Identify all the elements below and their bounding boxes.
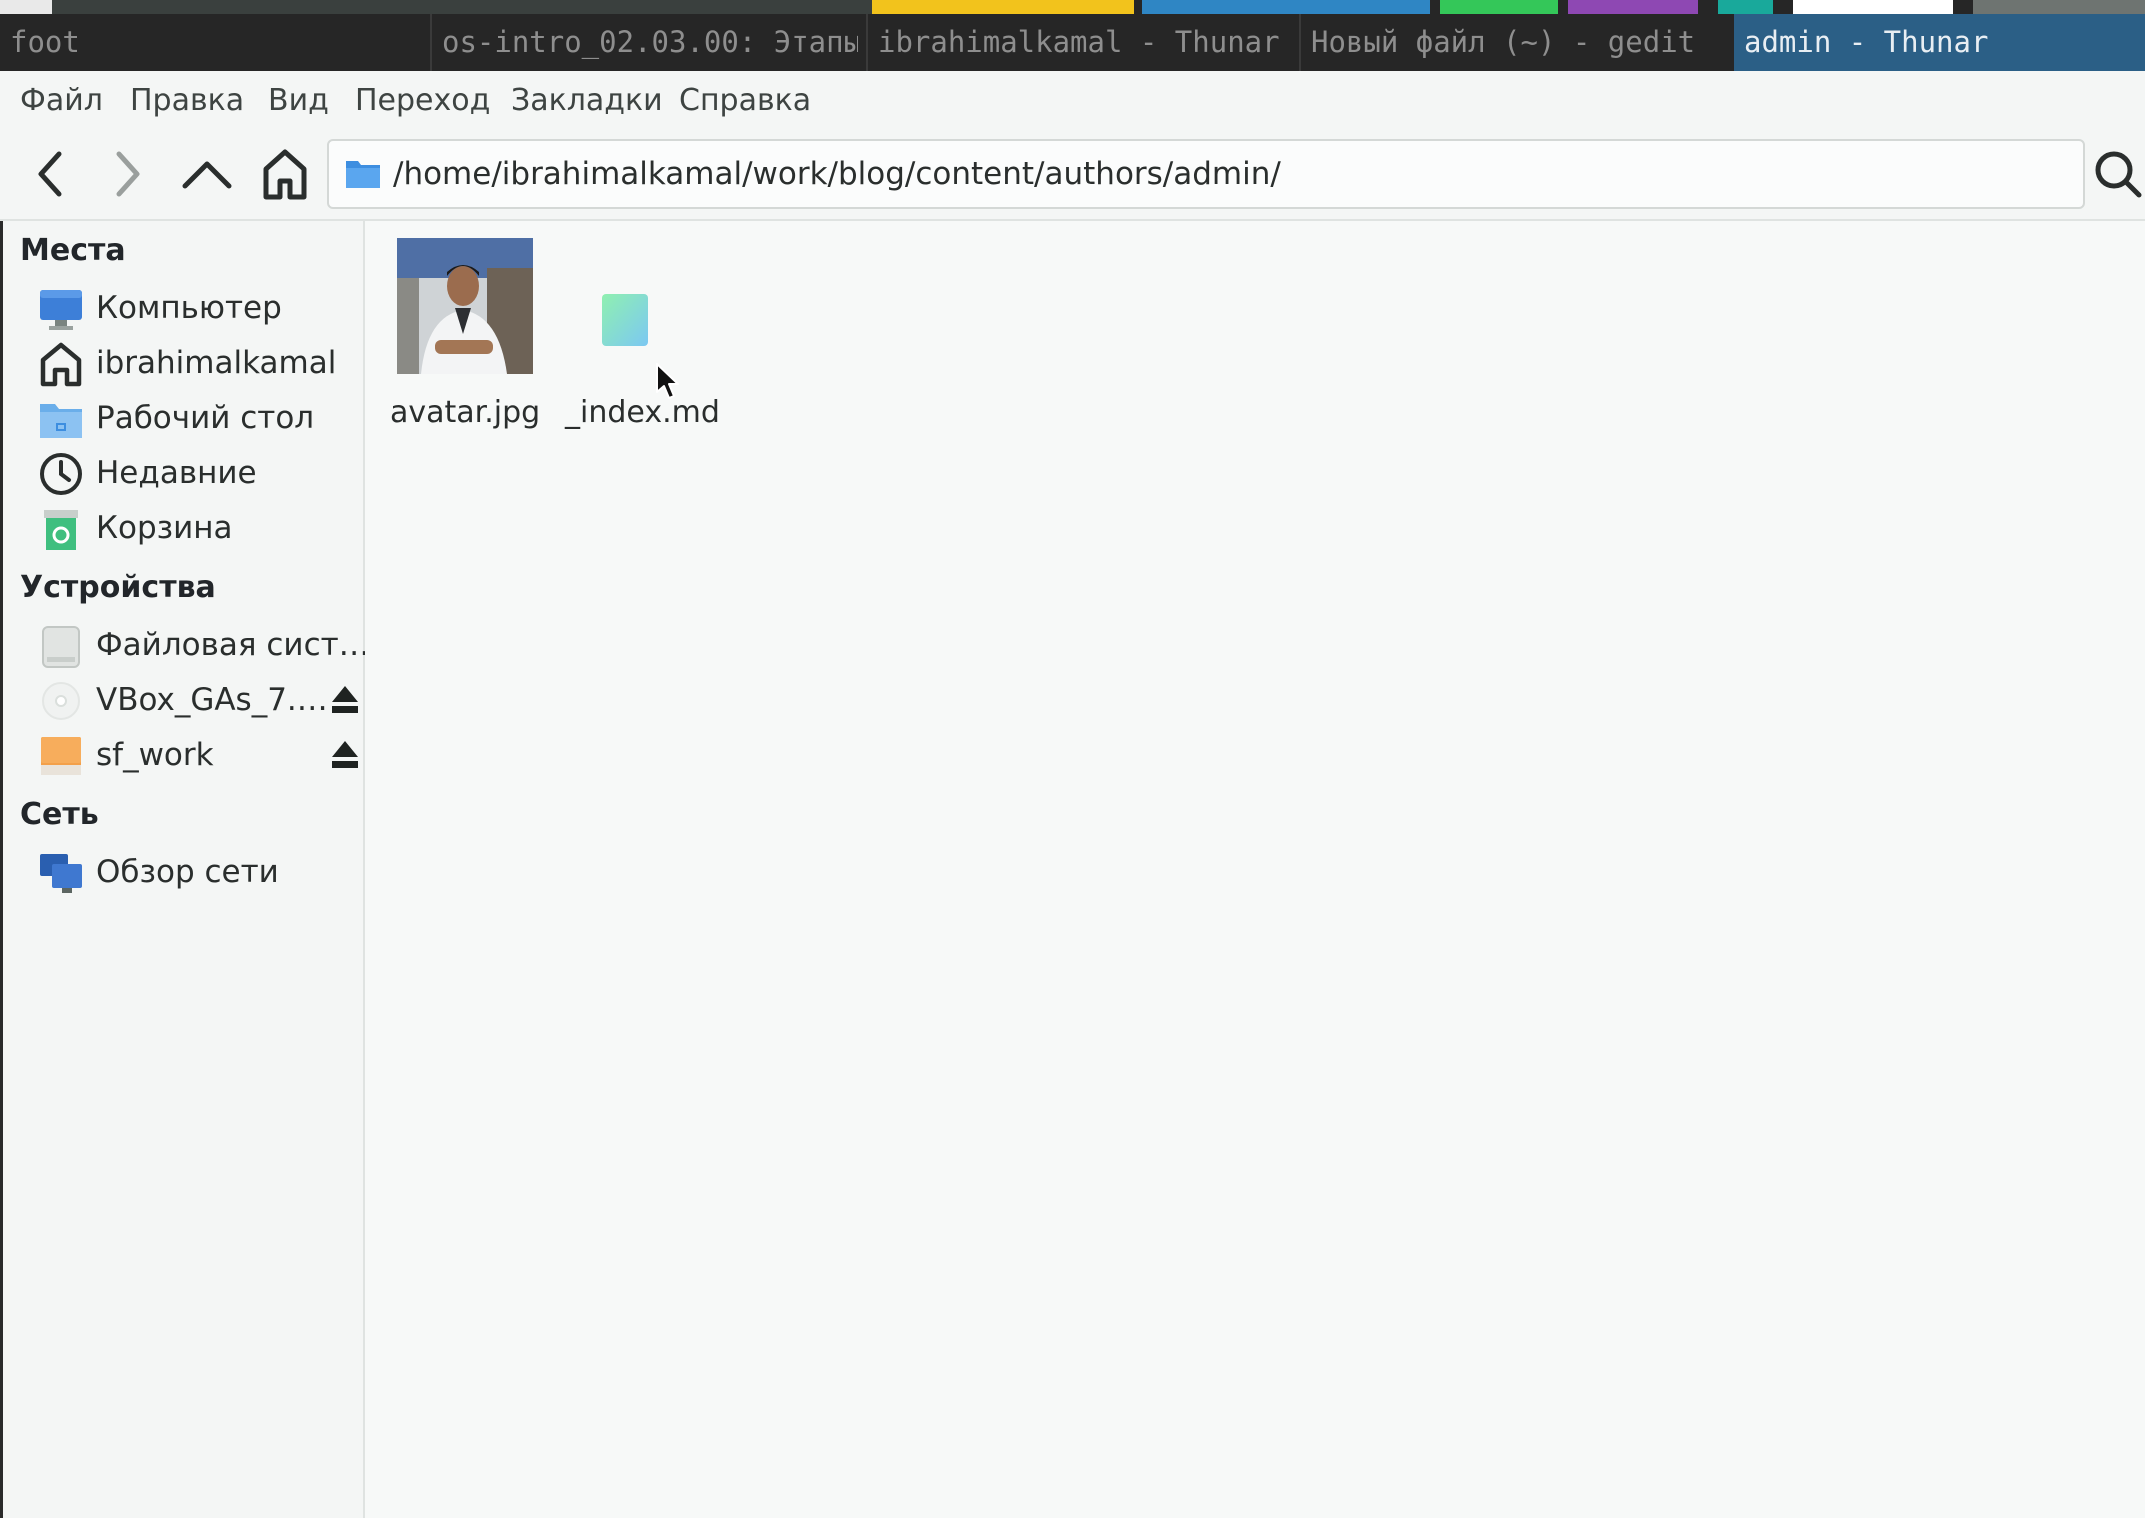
sidebar-item-label: VBox_GAs_7.…: [96, 682, 328, 718]
strip-segment: [1773, 0, 1793, 14]
section-title-devices: Устройства: [20, 570, 216, 605]
eject-icon[interactable]: [330, 739, 360, 771]
sidebar-item-label: Недавние: [96, 455, 257, 491]
shared-folder-icon: [41, 737, 81, 775]
location-bar[interactable]: /home/ibrahimalkamal/work/blog/content/a…: [327, 139, 2085, 209]
markdown-file-icon: [602, 294, 648, 346]
file-name: _index.md: [565, 395, 720, 430]
menu-go[interactable]: Переход: [355, 71, 490, 131]
strip-segment: [1142, 0, 1430, 14]
search-button[interactable]: [2089, 141, 2145, 207]
sidebar: Места Компьютер ibrahimalkamal Рабочий с…: [0, 221, 370, 1518]
desktop-folder-icon: [40, 404, 82, 438]
strip-segment: [872, 0, 1134, 14]
menu-edit[interactable]: Правка: [130, 71, 244, 131]
computer-icon: [40, 290, 82, 330]
eject-icon[interactable]: [330, 684, 360, 716]
workspace-strip: [0, 0, 2145, 14]
strip-segment: [1698, 0, 1718, 14]
section-title-places: Места: [20, 233, 126, 268]
file-item[interactable]: avatar.jpg: [390, 235, 540, 435]
task-thunar-home[interactable]: ibrahimalkamal - Thunar: [866, 14, 1294, 71]
back-button[interactable]: [18, 141, 84, 207]
sidebar-item-recent[interactable]: Недавние: [38, 447, 363, 499]
menu-bookmarks[interactable]: Закладки: [511, 71, 663, 131]
menu-help[interactable]: Справка: [679, 71, 811, 131]
chevron-right-icon: [116, 151, 140, 197]
menu-bar: Файл Правка Вид Переход Закладки Справка: [0, 71, 2145, 131]
forward-button[interactable]: [94, 141, 160, 207]
file-name: avatar.jpg: [390, 395, 541, 430]
home-button[interactable]: [252, 141, 318, 207]
strip-segment: [1973, 0, 2145, 14]
home-icon: [40, 342, 82, 387]
sidebar-item-label: sf_work: [96, 737, 214, 773]
file-item[interactable]: _index.md: [565, 235, 720, 435]
menu-file[interactable]: Файл: [20, 71, 103, 131]
toolbar: /home/ibrahimalkamal/work/blog/content/a…: [0, 131, 2145, 221]
clock-icon: [40, 453, 82, 495]
image-thumbnail-icon: [397, 238, 533, 374]
file-view[interactable]: avatar.jpg _index.md: [365, 221, 2145, 1518]
task-foot[interactable]: foot: [0, 14, 430, 71]
strip-segment: [1134, 0, 1142, 14]
trash-icon: [44, 510, 78, 550]
sidebar-item-computer[interactable]: Компьютер: [38, 282, 363, 334]
menu-view[interactable]: Вид: [268, 71, 329, 131]
strip-segment: [1430, 0, 1440, 14]
home-icon: [263, 149, 307, 200]
sidebar-item-label: Рабочий стол: [96, 400, 315, 436]
drive-icon: [42, 626, 80, 668]
folder-icon: [346, 161, 380, 188]
chevron-up-icon: [182, 161, 232, 189]
sidebar-item-label: Файловая сист…: [96, 627, 370, 663]
sidebar-item-network[interactable]: Обзор сети: [38, 846, 363, 898]
sidebar-item-desktop[interactable]: Рабочий стол: [38, 392, 363, 444]
sidebar-item-filesystem[interactable]: Файловая сист…: [38, 619, 370, 671]
strip-segment: [1793, 0, 1953, 14]
task-os-intro[interactable]: os-intro_02.03.00: Этапы: [430, 14, 858, 71]
search-icon: [2095, 151, 2142, 198]
strip-segment: [1718, 0, 1773, 14]
strip-segment: [52, 0, 872, 14]
task-thunar-admin[interactable]: admin - Thunar: [1734, 14, 2145, 71]
strip-segment: [1568, 0, 1698, 14]
chevron-left-icon: [38, 151, 62, 197]
mouse-cursor-icon: [656, 363, 679, 399]
strip-segment: [1558, 0, 1568, 14]
sidebar-item-trash[interactable]: Корзина: [38, 502, 363, 554]
task-gedit[interactable]: Новый файл (~) - gedit: [1299, 14, 1731, 71]
sidebar-item-label: Корзина: [96, 510, 233, 546]
taskbar: foot os-intro_02.03.00: Этапы ibrahimalk…: [0, 14, 2145, 71]
network-icon: [40, 854, 82, 893]
sidebar-item-label: Обзор сети: [96, 854, 279, 890]
sidebar-item-label: Компьютер: [96, 290, 282, 326]
strip-segment: [1953, 0, 1973, 14]
location-path[interactable]: /home/ibrahimalkamal/work/blog/content/a…: [393, 141, 1281, 207]
sidebar-item-home[interactable]: ibrahimalkamal: [38, 337, 363, 389]
section-title-network: Сеть: [20, 797, 99, 832]
up-button[interactable]: [174, 141, 240, 207]
sidebar-item-sf-work[interactable]: sf_work: [38, 729, 363, 781]
optical-disc-icon: [42, 682, 80, 720]
strip-segment: [0, 0, 52, 14]
strip-segment: [1440, 0, 1558, 14]
sidebar-item-label: ibrahimalkamal: [96, 345, 337, 381]
sidebar-item-vbox[interactable]: VBox_GAs_7.…: [38, 674, 363, 726]
